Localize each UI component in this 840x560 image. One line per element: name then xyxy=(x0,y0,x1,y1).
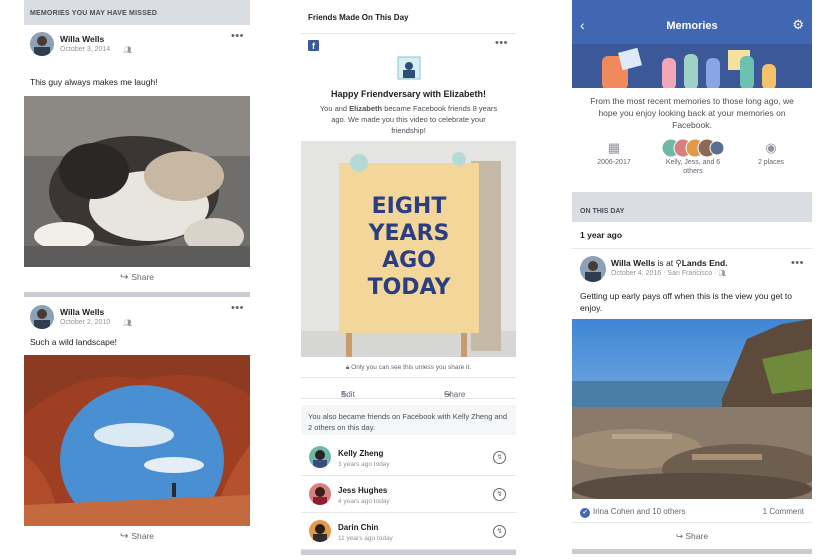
post-meta: October 4, 2016 · San Francisco · 👥︎ xyxy=(611,270,726,277)
memories-missed-panel: MEMORIES YOU MAY HAVE MISSED Willa Wells… xyxy=(24,0,250,560)
location-pin-icon: ◉ xyxy=(765,140,777,155)
friendversary-title: Happy Friendversary with Elizabeth! xyxy=(330,89,487,99)
memories-panel: ‹ Memories ⚙︎ From the most recent memor… xyxy=(572,0,812,560)
post-divider xyxy=(24,292,250,297)
page-title: Memories xyxy=(666,20,718,32)
messenger-icon[interactable]: ↯ xyxy=(493,451,506,464)
friendversary-text: You and Elizabeth became Facebook friend… xyxy=(301,103,516,136)
privacy-text: Only you can see this unless you share i… xyxy=(351,364,472,371)
section-header: Friends Made On This Day xyxy=(301,0,516,34)
friendversary-panel: Friends Made On This Day f ••• Happy Fri… xyxy=(301,0,516,560)
comment-count[interactable]: 1 Comment xyxy=(763,507,804,516)
landscape-photo[interactable] xyxy=(24,355,250,526)
friend-since: 3 years ago today xyxy=(338,461,390,468)
friend-name-link[interactable]: Elizabeth xyxy=(349,104,382,113)
cat-photo[interactable] xyxy=(24,96,250,267)
eight-years-card-text: EIGHT YEARS AGO TODAY xyxy=(339,193,479,301)
facebook-logo-icon: f xyxy=(308,40,319,51)
post-date[interactable]: October 2, 2010 xyxy=(60,319,110,326)
friend-since: 4 years ago today xyxy=(338,498,390,505)
gear-icon[interactable]: ⚙︎ xyxy=(792,17,804,33)
card-line: TODAY xyxy=(367,275,451,300)
section-header: MEMORIES YOU MAY HAVE MISSED xyxy=(24,0,250,25)
lands-end-photo[interactable] xyxy=(572,319,812,499)
friends-intro-text: You also became friends on Facebook with… xyxy=(301,405,516,435)
edit-label: Edit xyxy=(341,390,355,399)
divider xyxy=(572,522,812,523)
post-caption: Such a wild landscape! xyxy=(30,337,117,347)
messenger-icon[interactable]: ↯ xyxy=(493,525,506,538)
more-options-icon[interactable]: ••• xyxy=(495,37,508,49)
friend-since: 11 years ago today xyxy=(338,535,393,542)
list-item[interactable]: Kelly Zheng 3 years ago today ↯ xyxy=(301,440,516,476)
list-item[interactable]: Jess Hughes 4 years ago today ↯ xyxy=(301,477,516,513)
action-row: ✎ Edit ↪ Share xyxy=(301,377,516,399)
panel-divider xyxy=(572,549,812,554)
avatar[interactable] xyxy=(580,256,606,282)
nav-bar: ‹ Memories ⚙︎ xyxy=(572,0,812,44)
post-date[interactable]: October 3, 2014 xyxy=(60,46,110,53)
post-text: Getting up early pays off when this is t… xyxy=(580,291,792,313)
list-item[interactable]: Darin Chin 11 years ago today ↯ xyxy=(301,514,516,550)
panel-divider xyxy=(301,550,516,555)
friendship-illustration-icon xyxy=(397,56,421,80)
post-date[interactable]: October 4, 2016 · San Francisco · xyxy=(611,270,716,277)
card-line: AGO xyxy=(382,248,436,273)
post-header: Willa Wells October 3, 2014 👥︎ ••• xyxy=(24,25,250,57)
friend-name[interactable]: Kelly Zheng xyxy=(338,449,383,458)
friend-name[interactable]: Jess Hughes xyxy=(338,486,387,495)
avatar[interactable] xyxy=(309,483,331,505)
share-label: Share xyxy=(131,272,155,282)
share-button[interactable]: ↪ Share xyxy=(24,531,250,555)
stat-label: 2 places xyxy=(757,159,785,166)
stat-label: 2006-2017 xyxy=(597,159,631,166)
card-line: EIGHT xyxy=(371,194,447,219)
divider xyxy=(572,248,812,249)
section-header: ON THIS DAY xyxy=(572,192,812,222)
author-name[interactable]: Willa Wells xyxy=(60,307,104,317)
place-link[interactable]: Lands End. xyxy=(682,258,728,268)
more-options-icon[interactable]: ••• xyxy=(791,257,804,269)
privacy-note: 🔒︎ Only you can see this unless you shar… xyxy=(301,364,516,372)
friends-icon: 👥︎ xyxy=(718,271,727,277)
stat-years[interactable]: ▦ 2006-2017 xyxy=(586,138,642,167)
friends-icon: 👥︎ xyxy=(123,320,132,327)
friendversary-video[interactable]: EIGHT YEARS AGO TODAY xyxy=(301,141,516,357)
reactions-summary[interactable]: ✔ Irina Cohen and 10 others xyxy=(580,507,686,518)
stat-label: Kelly, Jess, and 6 others xyxy=(665,159,721,175)
share-button[interactable]: ↪ Share xyxy=(572,531,812,542)
share-label: Share xyxy=(685,531,709,541)
more-options-icon[interactable]: ••• xyxy=(231,302,244,314)
memories-banner xyxy=(572,44,812,88)
post-author-line: Willa Wells is at ⚲︎Lands End. xyxy=(611,258,728,269)
post-caption: This guy always makes me laugh! xyxy=(30,77,158,87)
author-name[interactable]: Willa Wells xyxy=(60,34,104,44)
card-line: YEARS xyxy=(368,221,450,246)
messenger-icon[interactable]: ↯ xyxy=(493,488,506,501)
friends-icon: 👥︎ xyxy=(123,47,132,54)
stat-places[interactable]: ◉ 2 places xyxy=(744,138,798,167)
avatar[interactable] xyxy=(309,446,331,468)
share-icon: ↪ xyxy=(675,531,686,541)
more-options-icon[interactable]: ••• xyxy=(231,30,244,42)
avatar[interactable] xyxy=(30,305,54,329)
avatar[interactable] xyxy=(309,520,331,542)
memories-intro: From the most recent memories to those l… xyxy=(590,96,794,130)
friends-avatars xyxy=(658,138,728,158)
share-label: Share xyxy=(444,390,466,399)
is-at-text: is at xyxy=(655,258,676,268)
year-label: 1 year ago xyxy=(580,230,623,240)
share-label: Share xyxy=(131,531,155,541)
calendar-icon: ▦ xyxy=(607,140,621,155)
share-icon: ↪ xyxy=(119,272,129,283)
friend-name[interactable]: Darin Chin xyxy=(338,523,378,532)
thumbs-up-icon: ✔ xyxy=(580,508,590,518)
avatar[interactable] xyxy=(30,32,54,56)
reactions-text: Irina Cohen and 10 others xyxy=(593,507,686,516)
body-prefix: You and xyxy=(319,104,350,113)
author-name[interactable]: Willa Wells xyxy=(611,258,655,268)
stat-friends[interactable]: Kelly, Jess, and 6 others xyxy=(658,138,728,176)
share-icon: ↪ xyxy=(119,531,129,542)
